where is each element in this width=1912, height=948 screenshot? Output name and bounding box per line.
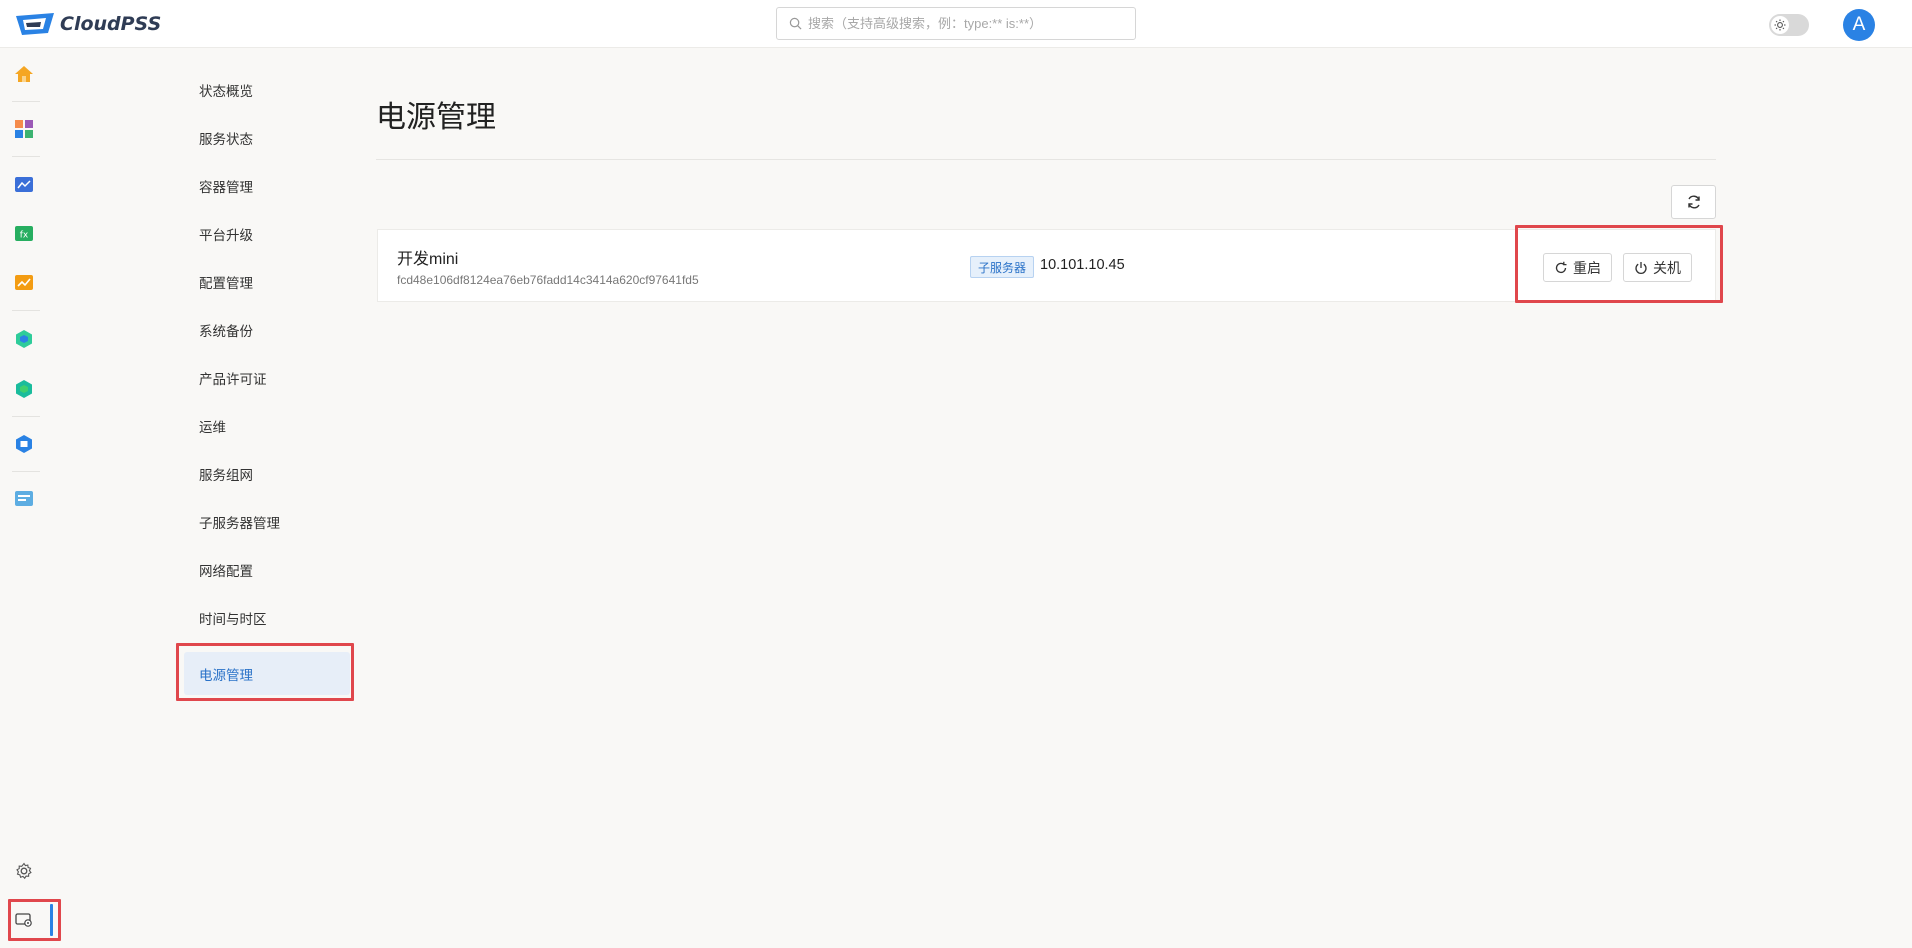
brand-name: CloudPSS	[60, 13, 162, 35]
top-header: CloudPSS A	[0, 0, 1912, 48]
subnav-item-label: 系统备份	[199, 324, 253, 339]
subnav-item-operations[interactable]: 运维	[184, 406, 350, 446]
document-icon[interactable]	[13, 488, 35, 510]
server-id: fcd48e106df8124ea76eb76fadd14c3414a620cf…	[397, 273, 699, 287]
subnav-item-time-timezone[interactable]: 时间与时区	[184, 598, 350, 638]
search-icon	[789, 17, 802, 30]
cloudpss-logo-icon	[16, 13, 54, 35]
subnav-item-label: 网络配置	[199, 564, 253, 579]
restart-icon	[1555, 261, 1567, 273]
subnav-item-service-status[interactable]: 服务状态	[184, 118, 350, 158]
subnav-item-label: 服务组网	[199, 468, 253, 483]
rail-divider	[12, 310, 40, 311]
server-name: 开发mini	[397, 251, 459, 268]
svg-text:fx: fx	[20, 231, 29, 241]
theme-knob	[1771, 16, 1789, 34]
hub-icon[interactable]	[13, 433, 35, 455]
subnav-item-label: 子服务器管理	[199, 516, 280, 531]
subnav-item-system-backup[interactable]: 系统备份	[184, 310, 350, 350]
model-icon[interactable]	[13, 328, 35, 350]
home-icon[interactable]	[13, 63, 35, 85]
subnav-item-status-overview[interactable]: 状态概览	[184, 70, 350, 110]
restart-label: 重启	[1573, 259, 1601, 276]
rail-divider	[12, 471, 40, 472]
subnav-item-power-management[interactable]: 电源管理	[184, 652, 350, 695]
cloudpss-logo[interactable]: CloudPSS	[14, 12, 161, 36]
settings-icon[interactable]	[13, 860, 35, 882]
subnav-item-product-license[interactable]: 产品许可证	[184, 358, 350, 398]
rail-divider	[12, 156, 40, 157]
system-admin-icon[interactable]	[13, 909, 35, 931]
title-divider	[376, 159, 1716, 160]
subnav-item-label: 产品许可证	[199, 372, 267, 387]
subnav-item-label: 服务状态	[199, 132, 253, 147]
function-icon[interactable]: fx	[13, 223, 35, 245]
subnav-item-service-networking[interactable]: 服务组网	[184, 454, 350, 494]
restart-button[interactable]: 重启	[1543, 253, 1612, 282]
rail-divider	[12, 416, 40, 417]
left-rail: fx	[0, 48, 50, 948]
shutdown-label: 关机	[1653, 259, 1681, 276]
server-type-badge: 子服务器	[970, 256, 1035, 278]
subnav-item-label: 电源管理	[199, 667, 253, 683]
chart-icon[interactable]	[13, 272, 35, 294]
rail-active-indicator	[50, 904, 53, 936]
rail-divider	[12, 101, 40, 102]
subnav-item-label: 状态概览	[199, 84, 253, 99]
simulation-icon[interactable]	[13, 174, 35, 196]
subnav-item-subserver-management[interactable]: 子服务器管理	[184, 502, 350, 542]
search-input[interactable]	[808, 16, 1128, 31]
server-ip: 10.101.10.45	[1040, 257, 1125, 273]
subnav-item-label: 配置管理	[199, 276, 253, 291]
refresh-icon	[1687, 195, 1700, 209]
model-alt-icon[interactable]	[13, 378, 35, 400]
sun-icon	[1774, 19, 1786, 31]
power-icon	[1635, 261, 1647, 274]
global-search[interactable]	[776, 7, 1136, 40]
subnav-item-container-management[interactable]: 容器管理	[184, 166, 350, 206]
apps-grid-icon[interactable]	[13, 118, 35, 140]
subnav-item-platform-upgrade[interactable]: 平台升级	[184, 214, 350, 254]
user-avatar[interactable]: A	[1843, 9, 1875, 41]
server-row: 开发mini fcd48e106df8124ea76eb76fadd14c341…	[377, 229, 1716, 302]
subnav-item-label: 运维	[199, 420, 226, 435]
refresh-button[interactable]	[1671, 185, 1716, 219]
subnav-item-label: 平台升级	[199, 228, 253, 243]
subnav-item-network-config[interactable]: 网络配置	[184, 550, 350, 590]
subnav-item-config-management[interactable]: 配置管理	[184, 262, 350, 302]
subnav-item-label: 容器管理	[199, 180, 253, 195]
page-title: 电源管理	[376, 101, 496, 134]
theme-toggle[interactable]	[1769, 14, 1809, 36]
subnav-item-label: 时间与时区	[199, 612, 267, 627]
shutdown-button[interactable]: 关机	[1623, 253, 1692, 282]
